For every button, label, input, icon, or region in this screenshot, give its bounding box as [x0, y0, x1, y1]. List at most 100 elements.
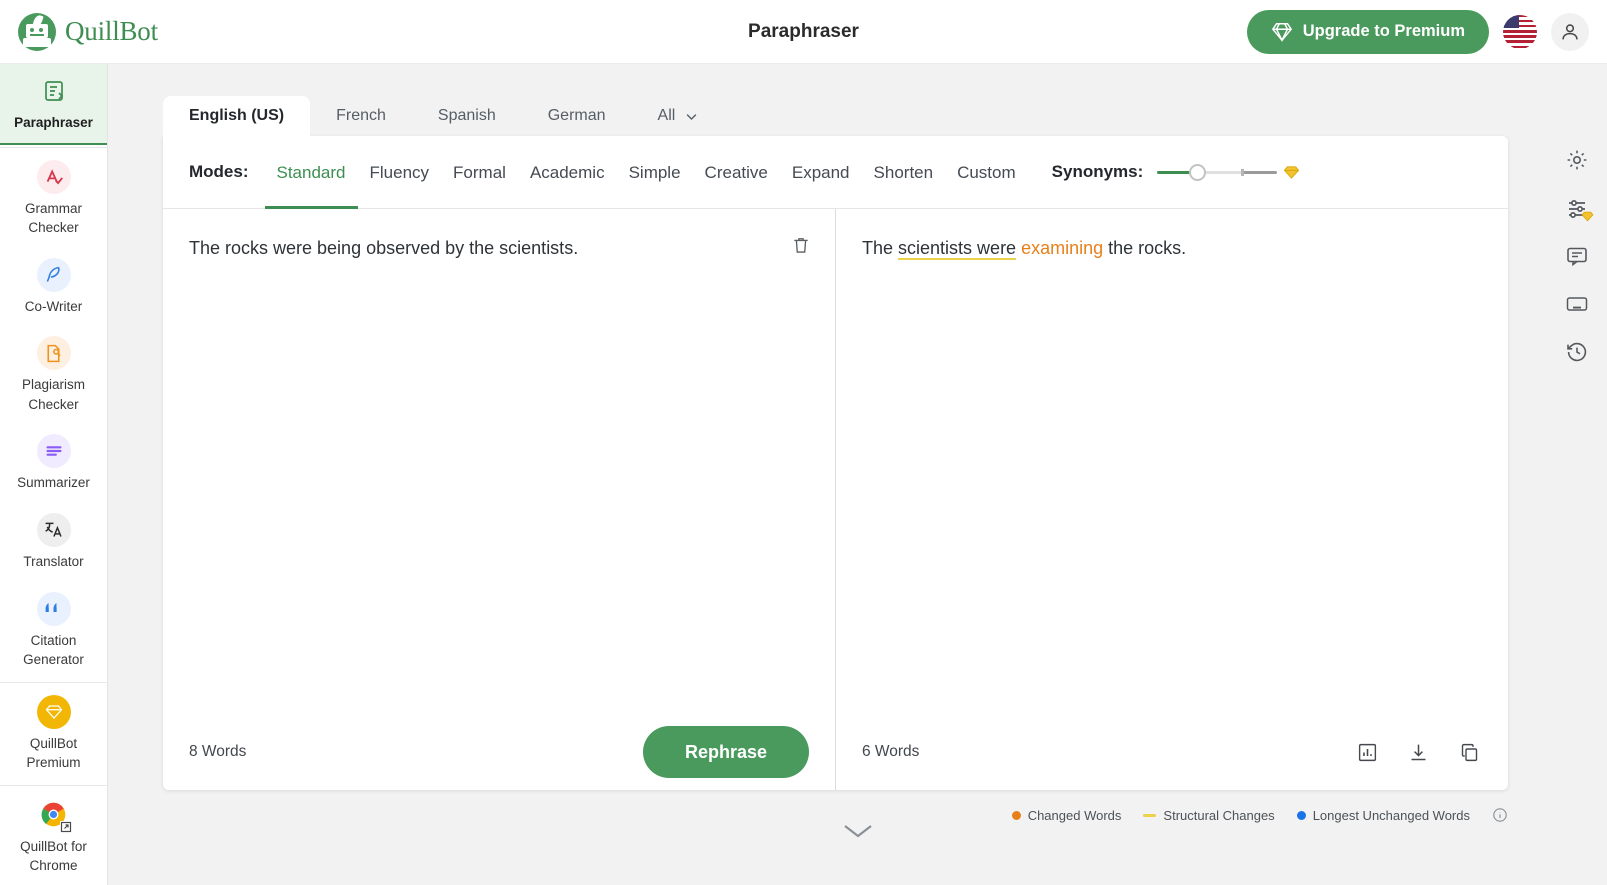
mode-academic[interactable]: Academic — [518, 136, 617, 209]
tune-sliders-icon[interactable] — [1565, 196, 1594, 222]
download-icon[interactable] — [1406, 740, 1431, 765]
longest-unchanged-marker — [1296, 810, 1306, 820]
sidebar-item-label: Summarizer — [17, 475, 90, 491]
editors-row: The rocks were being observed by the sci… — [163, 209, 1508, 714]
keyboard-icon[interactable] — [1565, 292, 1589, 316]
premium-diamond-icon — [1283, 164, 1300, 181]
sidebar-item-translator[interactable]: Translator — [0, 503, 107, 582]
language-tab-all-label: All — [657, 107, 676, 124]
main-content: English (US) French Spanish German All M… — [108, 64, 1607, 885]
editor-footers: 8 Words Rephrase 6 Words — [163, 714, 1508, 790]
sidebar-item-citation-generator[interactable]: Citation Generator — [0, 582, 107, 680]
sidebar-divider — [0, 784, 107, 786]
sidebar-item-paraphraser[interactable]: Paraphraser — [0, 64, 107, 145]
output-seg-changed[interactable]: examining — [1021, 238, 1103, 258]
left-sidebar: Paraphraser Grammar Checker Co-Writer Pl… — [0, 64, 108, 885]
synonyms-slider[interactable] — [1157, 162, 1278, 182]
document-search-icon — [36, 336, 71, 371]
mode-expand[interactable]: Expand — [780, 136, 862, 209]
language-tab-german[interactable]: German — [522, 96, 632, 136]
input-text[interactable]: The rocks were being observed by the sci… — [189, 235, 809, 263]
comment-icon[interactable] — [1565, 244, 1589, 268]
mode-formal[interactable]: Formal — [441, 136, 518, 209]
output-editor[interactable]: The scientists were examining the rocks. — [836, 209, 1508, 714]
changed-words-marker — [1011, 810, 1021, 820]
gear-icon[interactable] — [1565, 148, 1589, 172]
translate-icon — [36, 512, 71, 547]
premium-diamond-icon — [36, 694, 71, 729]
sidebar-item-plagiarism-checker[interactable]: Plagiarism Checker — [0, 326, 107, 424]
expand-chevron-button[interactable] — [108, 821, 1607, 841]
chrome-extension-icon — [37, 798, 72, 833]
bar-chart-icon[interactable] — [1355, 740, 1380, 765]
mode-creative[interactable]: Creative — [693, 136, 780, 209]
grammar-check-icon — [36, 159, 71, 194]
mode-shorten[interactable]: Shorten — [862, 136, 946, 209]
brand-logo[interactable]: QuillBot — [18, 12, 158, 51]
quillbot-mascot-icon — [18, 12, 56, 51]
sidebar-item-label: Grammar Checker — [25, 200, 82, 236]
output-seg-plain: The — [862, 238, 899, 258]
language-tab-english-us[interactable]: English (US) — [163, 96, 311, 136]
header-actions: Upgrade to Premium — [1246, 9, 1589, 54]
output-word-count: 6 Words — [862, 743, 920, 760]
output-actions — [1355, 740, 1482, 765]
output-text: The scientists were examining the rocks. — [862, 235, 1482, 263]
editor-panel: Modes: Standard Fluency Formal Academic … — [163, 136, 1508, 790]
feather-pen-icon — [36, 257, 71, 292]
output-seg-tail: the rocks. — [1103, 238, 1187, 258]
sidebar-item-label: Plagiarism Checker — [21, 377, 86, 412]
input-editor[interactable]: The rocks were being observed by the sci… — [163, 209, 836, 714]
mode-simple[interactable]: Simple — [617, 136, 693, 209]
sidebar-item-label: Co-Writer — [24, 298, 83, 314]
synonyms-slider-handle[interactable] — [1189, 163, 1207, 181]
us-flag-icon[interactable] — [1503, 14, 1537, 49]
copy-icon[interactable] — [1457, 740, 1482, 765]
sidebar-item-quillbot-for-chrome[interactable]: QuillBot for Chrome — [0, 788, 107, 885]
structural-changes-marker — [1143, 813, 1157, 817]
sidebar-item-label: Citation Generator — [23, 632, 84, 668]
chevron-down-icon — [684, 109, 699, 124]
sidebar-item-co-writer[interactable]: Co-Writer — [0, 248, 107, 327]
sidebar-item-grammar-checker[interactable]: Grammar Checker — [0, 150, 107, 248]
app-header: QuillBot Paraphraser Upgrade to Premium — [0, 0, 1607, 64]
output-footer: 6 Words — [836, 714, 1508, 790]
rephrase-button[interactable]: Rephrase — [642, 726, 809, 778]
output-seg-structural[interactable]: scientists were — [898, 238, 1017, 260]
user-account-icon[interactable] — [1551, 12, 1589, 51]
modes-label: Modes: — [189, 162, 249, 181]
diamond-icon — [1271, 21, 1293, 43]
sidebar-item-summarizer[interactable]: Summarizer — [0, 424, 107, 503]
sidebar-item-quillbot-premium[interactable]: QuillBot Premium — [0, 685, 107, 783]
chevron-down-icon — [841, 821, 875, 841]
synonyms-control: Synonyms: — [1052, 162, 1301, 182]
trash-icon[interactable] — [789, 233, 813, 260]
premium-diamond-icon — [1581, 210, 1594, 223]
sidebar-divider — [0, 681, 107, 683]
sidebar-item-label: Translator — [23, 553, 84, 569]
language-tab-all[interactable]: All — [632, 96, 726, 136]
input-word-count: 8 Words — [189, 743, 247, 760]
brand-name: QuillBot — [65, 16, 158, 46]
sidebar-item-label: QuillBot for Chrome — [20, 838, 87, 874]
sidebar-item-label: QuillBot Premium — [26, 735, 81, 771]
right-rail — [1547, 64, 1607, 885]
language-tab-spanish[interactable]: Spanish — [412, 96, 522, 136]
paraphraser-icon — [37, 74, 71, 108]
history-clock-icon[interactable] — [1565, 340, 1589, 364]
sidebar-divider — [0, 146, 107, 148]
sidebar-item-label: Paraphraser — [14, 115, 93, 130]
quote-marks-icon — [36, 591, 71, 626]
mode-standard[interactable]: Standard — [264, 136, 358, 209]
language-tab-french[interactable]: French — [310, 96, 412, 136]
lines-summary-icon — [36, 434, 71, 469]
synonyms-label: Synonyms: — [1051, 162, 1144, 181]
modes-bar: Modes: Standard Fluency Formal Academic … — [163, 136, 1508, 209]
paraphraser-card: English (US) French Spanish German All M… — [163, 90, 1508, 823]
language-tabs: English (US) French Spanish German All — [163, 90, 1508, 136]
mode-fluency[interactable]: Fluency — [358, 136, 442, 209]
upgrade-label: Upgrade to Premium — [1302, 22, 1465, 40]
upgrade-to-premium-button[interactable]: Upgrade to Premium — [1246, 9, 1489, 54]
mode-custom[interactable]: Custom — [945, 136, 1028, 209]
input-footer: 8 Words Rephrase — [163, 714, 836, 790]
